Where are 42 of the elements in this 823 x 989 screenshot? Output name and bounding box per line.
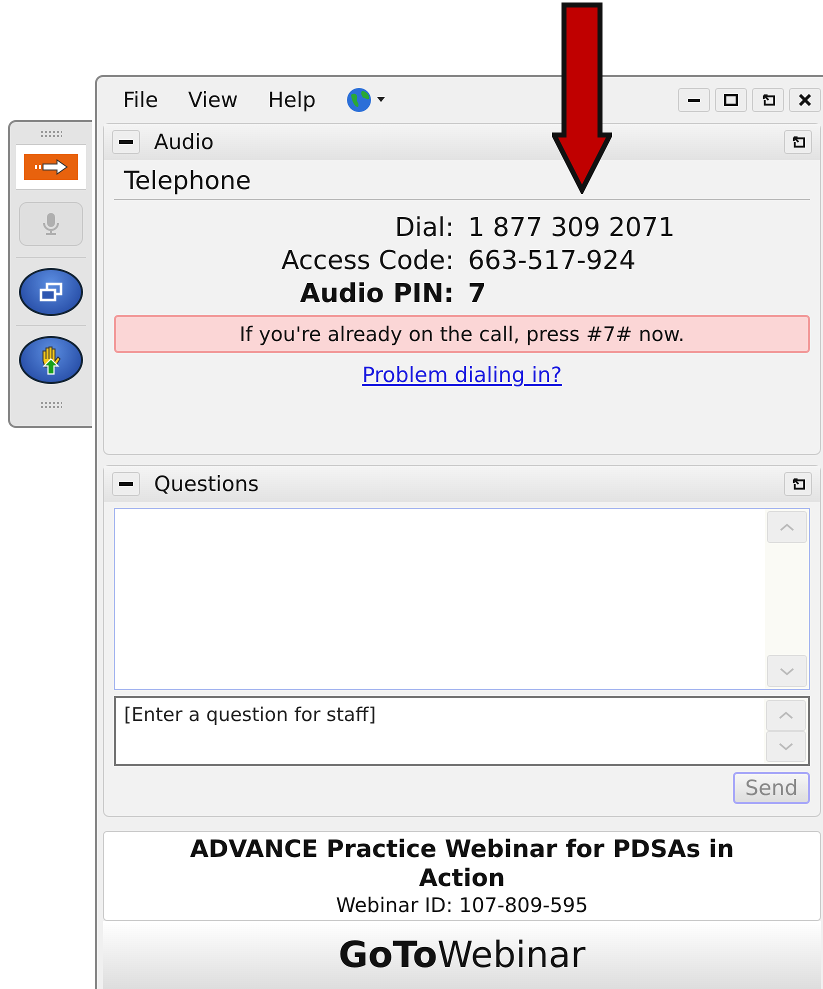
maximize-icon bbox=[724, 94, 738, 106]
menu-item[interactable]: Help bbox=[268, 88, 316, 112]
field-label: Dial: bbox=[394, 212, 454, 245]
popout-icon bbox=[762, 94, 774, 106]
popout-button[interactable] bbox=[784, 472, 812, 496]
menu-item[interactable]: File bbox=[123, 88, 158, 112]
field-value: 1 877 309 2071 bbox=[468, 212, 676, 245]
popout-icon bbox=[792, 136, 804, 148]
minus-icon bbox=[119, 140, 133, 144]
chevron-up-icon bbox=[779, 522, 795, 532]
problem-link[interactable]: Problem dialing in? bbox=[362, 363, 562, 387]
popout-button[interactable] bbox=[784, 130, 812, 154]
webinar-id: Webinar ID: 107-809-595 bbox=[334, 893, 590, 917]
minimize-button[interactable] bbox=[678, 88, 710, 112]
popout-icon bbox=[792, 478, 804, 490]
field-label: Access Code: bbox=[280, 245, 454, 278]
windows-icon bbox=[38, 282, 64, 302]
popout-button[interactable] bbox=[752, 88, 784, 112]
minimize-icon bbox=[688, 98, 700, 102]
close-button[interactable] bbox=[789, 88, 821, 112]
webinar-title: ADVANCE Practice Webinar for PDSAs in Action bbox=[188, 835, 736, 893]
collapse-button[interactable] bbox=[112, 472, 140, 496]
field-label: Audio PIN: bbox=[299, 278, 454, 311]
menu-item[interactable]: View bbox=[188, 88, 238, 112]
chevron-down-icon bbox=[778, 742, 794, 751]
field-value: 7 bbox=[468, 278, 488, 311]
panel-title: Questions bbox=[154, 472, 259, 496]
maximize-button[interactable] bbox=[715, 88, 747, 112]
brand-logo: GoToWebinar bbox=[338, 934, 586, 976]
panel-title: Audio bbox=[154, 130, 214, 154]
chevron-up-icon bbox=[778, 711, 794, 720]
language-menu-button[interactable] bbox=[346, 87, 386, 113]
globe-icon bbox=[346, 87, 372, 113]
collapse-button[interactable] bbox=[112, 130, 140, 154]
minus-icon bbox=[119, 482, 133, 486]
arrow-button[interactable] bbox=[24, 154, 78, 180]
microphone-icon bbox=[41, 212, 61, 236]
caret-icon bbox=[376, 97, 386, 103]
field-value: 663-517-924 bbox=[468, 245, 637, 278]
close-icon bbox=[799, 94, 811, 106]
notice-banner: If you're already on the call, press #7# now. bbox=[114, 315, 810, 353]
chevron-down-icon bbox=[779, 666, 795, 676]
